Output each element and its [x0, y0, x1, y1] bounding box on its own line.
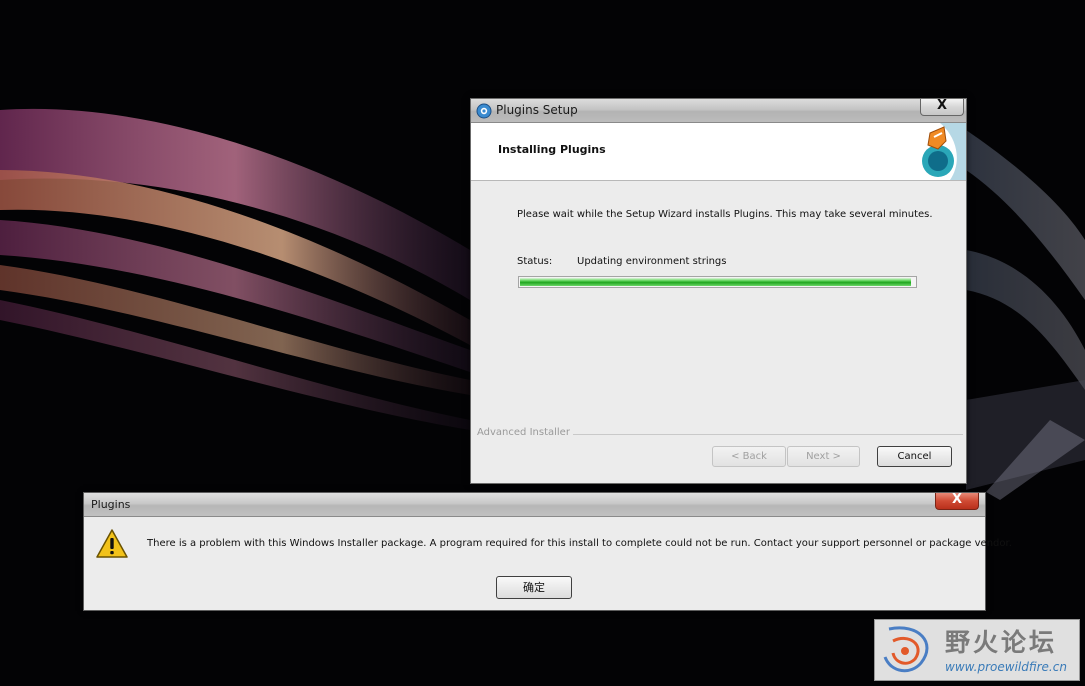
forum-watermark: 野火论坛 www.proewildfire.cn — [874, 619, 1080, 681]
forum-url: www.proewildfire.cn — [945, 660, 1067, 674]
setup-close-button[interactable]: X — [920, 98, 964, 116]
setup-title-bar[interactable]: Plugins Setup X — [471, 98, 966, 123]
wizard-logo-icon — [910, 123, 966, 180]
warning-icon — [96, 529, 128, 558]
status-value: Updating environment strings — [577, 256, 727, 267]
wizard-banner: Installing Plugins — [471, 123, 966, 181]
ok-button[interactable]: 确定 — [496, 576, 572, 599]
branding-label: Advanced Installer — [477, 427, 573, 438]
error-dialog-title: Plugins — [91, 498, 131, 511]
cancel-button[interactable]: Cancel — [877, 446, 952, 467]
setup-window: Plugins Setup X Installing Plugins Pleas… — [470, 98, 967, 484]
install-progress-bar — [518, 276, 917, 288]
app-icon — [476, 103, 492, 119]
close-icon: X — [936, 98, 948, 113]
setup-window-title: Plugins Setup — [496, 103, 578, 117]
back-button[interactable]: < Back — [712, 446, 786, 467]
next-button[interactable]: Next > — [787, 446, 860, 467]
status-label: Status: — [517, 256, 553, 267]
error-dialog-title-bar[interactable]: Plugins X — [84, 492, 985, 517]
forum-name: 野火论坛 — [945, 628, 1058, 657]
error-message: There is a problem with this Windows Ins… — [147, 538, 1012, 549]
error-dialog: Plugins X There is a problem with this W… — [83, 492, 1012, 611]
banner-title: Installing Plugins — [498, 143, 606, 156]
close-icon: X — [951, 492, 963, 507]
forum-logo-icon — [883, 626, 929, 673]
install-description: Please wait while the Setup Wizard insta… — [517, 209, 933, 220]
progress-fill — [520, 278, 912, 286]
error-dialog-close-button[interactable]: X — [935, 492, 979, 510]
